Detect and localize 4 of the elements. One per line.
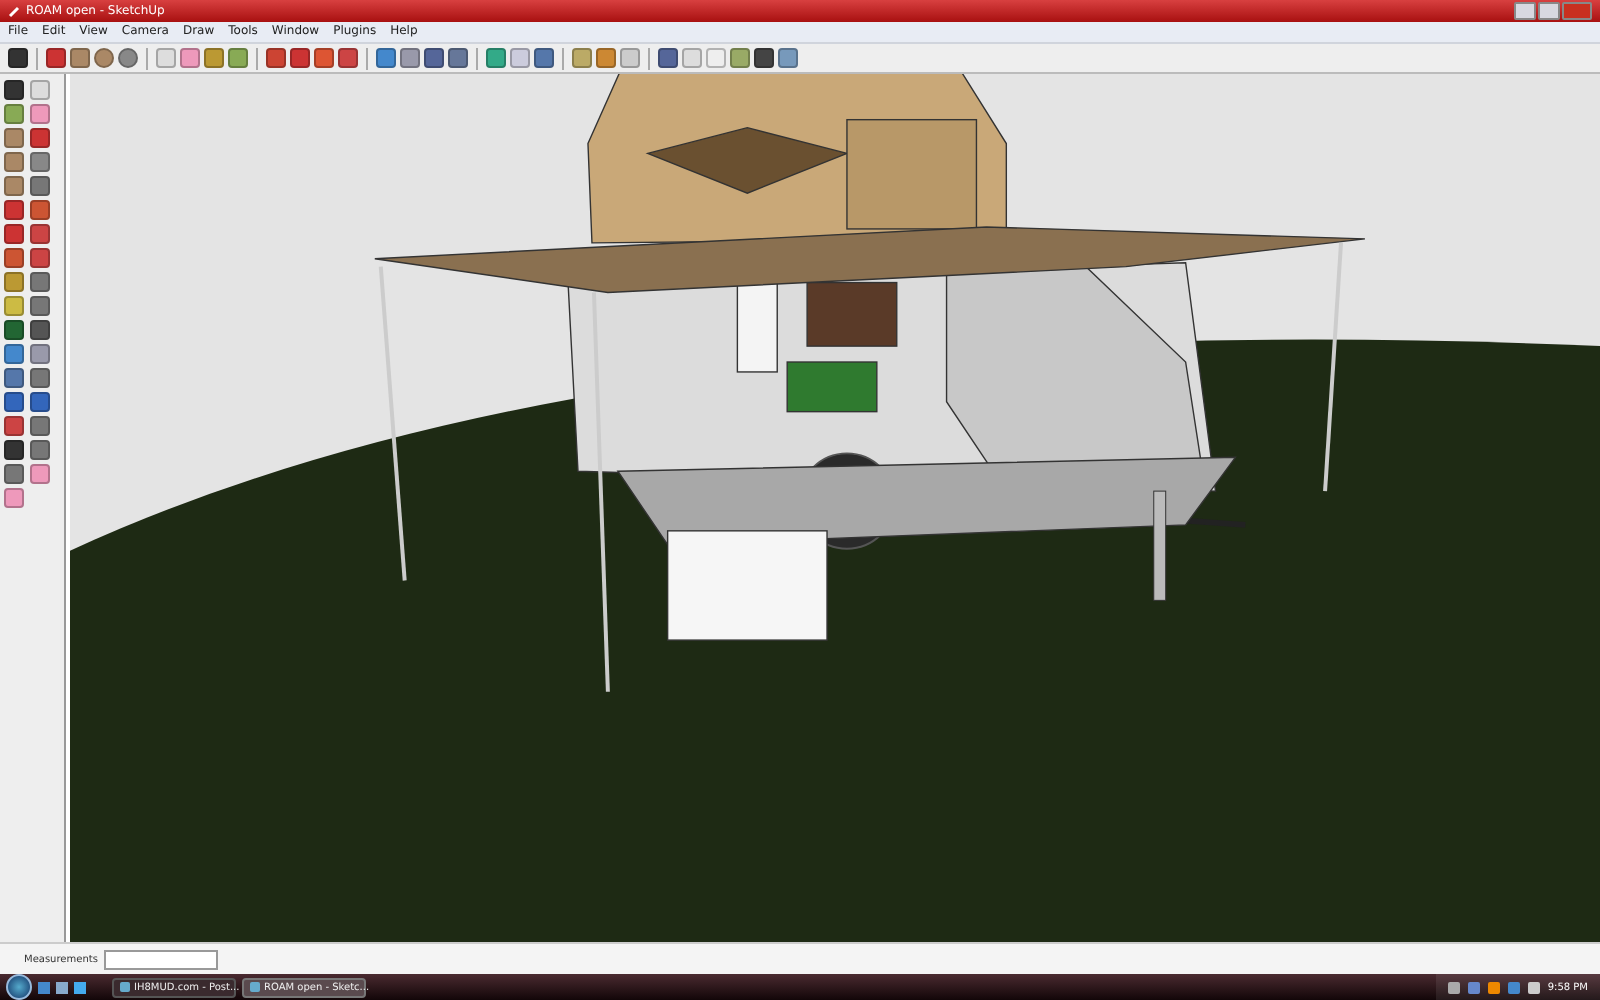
- measurements-field[interactable]: [103, 949, 218, 969]
- maximize-button[interactable]: [1538, 2, 1560, 20]
- minimize-button[interactable]: [1514, 2, 1536, 20]
- start-button[interactable]: [6, 974, 32, 1000]
